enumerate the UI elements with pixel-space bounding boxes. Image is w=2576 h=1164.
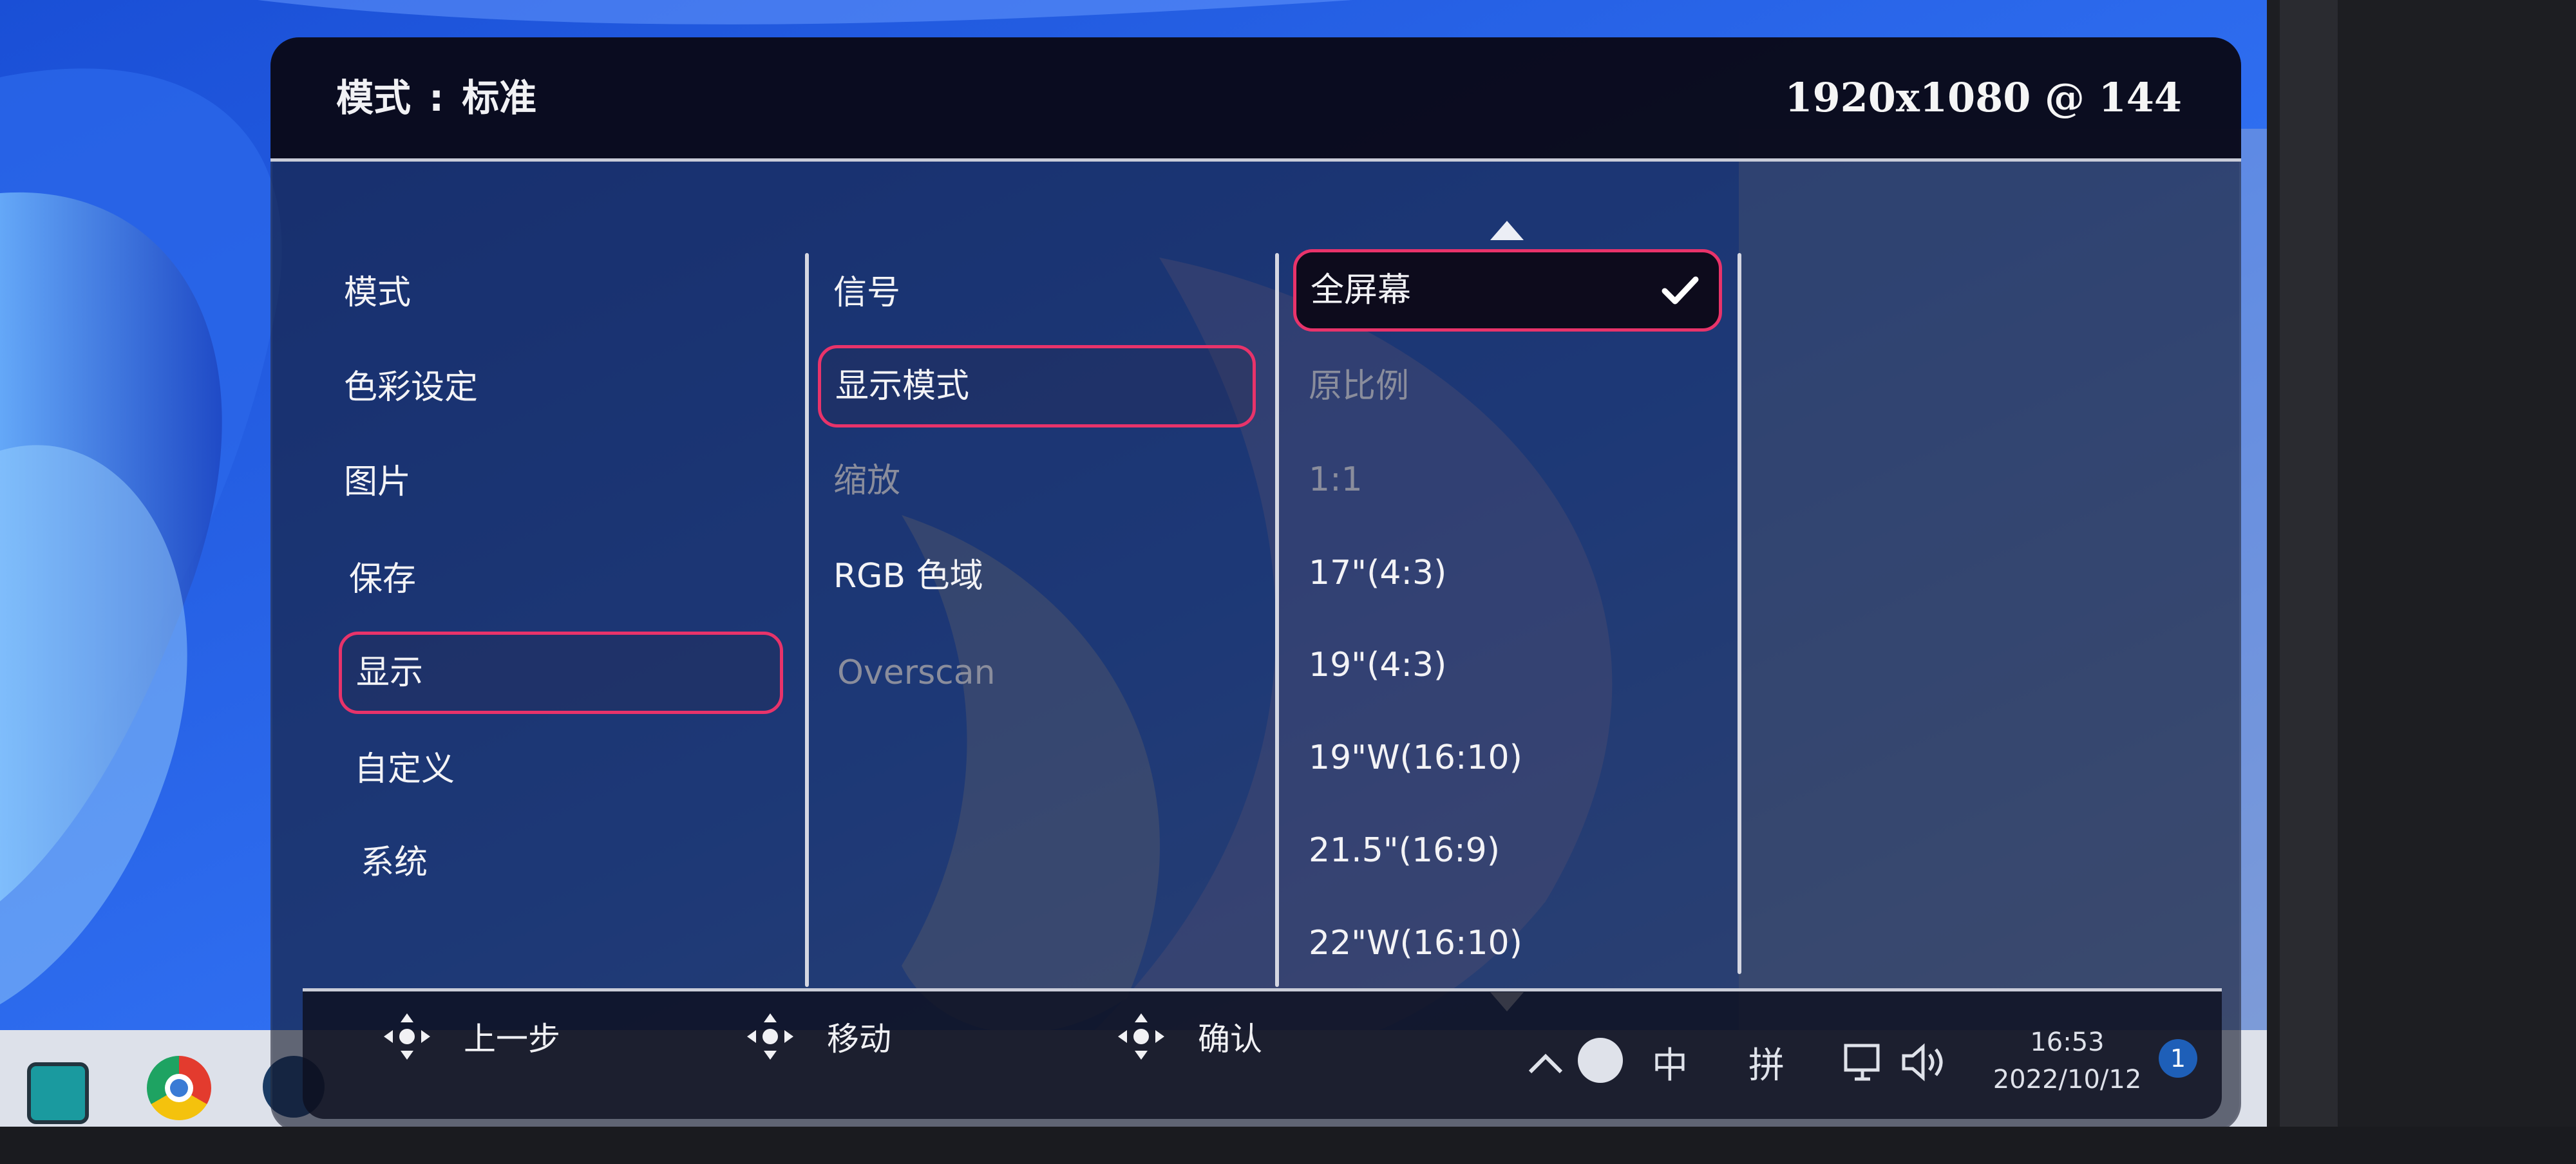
check-icon bbox=[1661, 252, 1700, 328]
dpad-icon bbox=[747, 1013, 793, 1060]
sub-item-overscan: Overscan bbox=[837, 653, 996, 692]
divider-3 bbox=[1738, 253, 1741, 974]
option-19-4-3[interactable]: 19"(4:3) bbox=[1293, 624, 1705, 706]
hint-move: 移动 bbox=[744, 991, 891, 1082]
taskbar-clock[interactable]: 16:53 2022/10/12 bbox=[1984, 1024, 2151, 1098]
dpad-icon bbox=[384, 1013, 430, 1060]
monitor-osd-menu: 模式: 标准 1920x1080 @ 144 模式 色彩设定 图片 保存 显示 自… bbox=[270, 37, 2241, 1132]
hint-move-label: 移动 bbox=[827, 1020, 891, 1058]
main-item-custom[interactable]: 自定义 bbox=[339, 728, 777, 811]
hint-confirm-label: 确认 bbox=[1198, 1020, 1262, 1058]
ime-pinyin[interactable]: 拼 bbox=[1748, 1037, 1785, 1089]
sub-item-rgb-gamut[interactable]: RGB 色域 bbox=[818, 535, 1249, 617]
network-icon[interactable] bbox=[1842, 1042, 1887, 1092]
main-item-mode[interactable]: 模式 bbox=[328, 252, 766, 334]
option-1-1: 1:1 bbox=[1309, 460, 1363, 499]
main-item-color[interactable]: 色彩设定 bbox=[328, 346, 766, 429]
monitor-bezel-edge bbox=[2280, 0, 2338, 1164]
option-original-ratio: 原比例 bbox=[1309, 367, 1410, 406]
main-item-save[interactable]: 保存 bbox=[334, 538, 772, 621]
option-17-4-3[interactable]: 17"(4:3) bbox=[1293, 532, 1705, 614]
caret-up-icon[interactable] bbox=[1526, 1043, 1565, 1085]
start-icon[interactable] bbox=[27, 1062, 89, 1124]
main-item-display[interactable]: 显示 bbox=[339, 632, 783, 714]
main-item-picture[interactable]: 图片 bbox=[328, 441, 766, 523]
ime-chinese[interactable]: 中 bbox=[1652, 1037, 1688, 1089]
option-21-5-16-9[interactable]: 21.5"(16:9) bbox=[1293, 809, 1705, 892]
osd-header: 模式: 标准 1920x1080 @ 144 bbox=[270, 37, 2241, 162]
sub-item-display-mode[interactable]: 显示模式 bbox=[818, 345, 1256, 427]
chrome-icon[interactable] bbox=[147, 1056, 211, 1120]
option-22w-16-10[interactable]: 22"W(16:10) bbox=[1293, 902, 1705, 984]
clock-time: 16:53 bbox=[2030, 1028, 2105, 1057]
hint-back-label: 上一步 bbox=[464, 1020, 560, 1058]
divider-2 bbox=[1275, 253, 1279, 987]
current-mode: 模式: 标准 bbox=[336, 37, 536, 158]
hint-confirm: 确认 bbox=[1115, 991, 1262, 1082]
main-item-system[interactable]: 系统 bbox=[345, 821, 783, 904]
mode-value: 标准 bbox=[462, 76, 537, 120]
hint-back: 上一步 bbox=[381, 991, 560, 1082]
notification-badge[interactable]: 1 bbox=[2159, 1039, 2197, 1078]
option-fullscreen-label: 全屏幕 bbox=[1311, 271, 1412, 310]
divider-1 bbox=[805, 253, 809, 987]
arrow-up-icon[interactable] bbox=[1490, 221, 1524, 240]
resolution-readout: 1920x1080 @ 144 bbox=[1785, 74, 2182, 121]
volume-icon[interactable] bbox=[1900, 1043, 1951, 1091]
dpad-icon bbox=[1118, 1013, 1164, 1060]
option-19w-16-10[interactable]: 19"W(16:10) bbox=[1293, 717, 1705, 799]
monitor-bezel-bottom bbox=[0, 1127, 2576, 1164]
osd-body: 模式 色彩设定 图片 保存 显示 自定义 系统 信号 显示模式 缩放 RGB 色… bbox=[270, 162, 2241, 1024]
option-fullscreen[interactable]: 全屏幕 bbox=[1293, 249, 1722, 332]
sub-item-scaling: 缩放 bbox=[833, 462, 901, 500]
mode-label: 模式 bbox=[336, 76, 412, 120]
clock-date: 2022/10/12 bbox=[1993, 1065, 2142, 1094]
steam-tray-icon[interactable] bbox=[1578, 1038, 1623, 1083]
sub-item-signal[interactable]: 信号 bbox=[818, 252, 1249, 334]
mode-colon: : bbox=[429, 76, 444, 120]
